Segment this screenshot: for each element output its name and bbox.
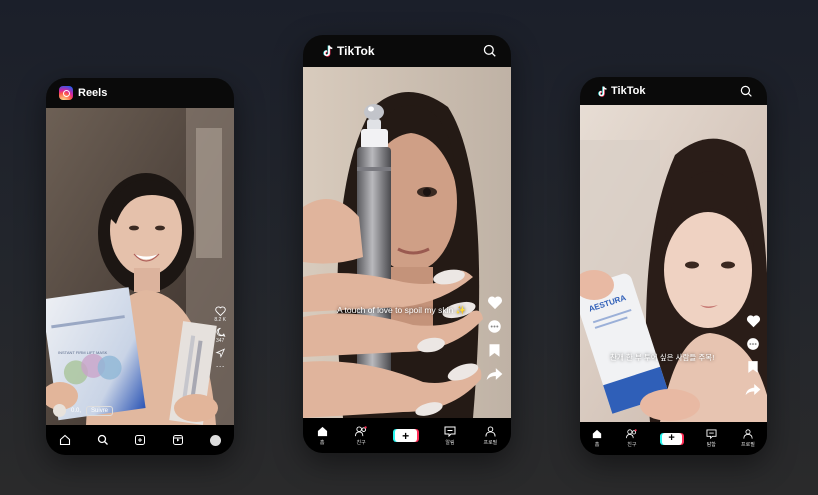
follow-button[interactable]: Suivre [86, 405, 114, 416]
profile-icon [743, 429, 753, 439]
nav-friends-label: 친구 [356, 439, 366, 446]
mask-box-text: INSTANT FIRM LIFT MASK [58, 350, 108, 355]
instagram-logo-icon [59, 86, 73, 100]
heart-icon[interactable] [487, 295, 503, 310]
tiktok-logo: TikTok [598, 85, 645, 97]
search-icon[interactable] [97, 434, 109, 446]
share-icon[interactable] [486, 367, 503, 381]
home-icon[interactable] [59, 434, 71, 446]
reels-icon[interactable] [172, 434, 184, 446]
tiktok-secondary-phone: TikTok AESTURA 찬개 한 부 투어 싶은 사람들 주목! 홈 친구… [580, 77, 767, 455]
tiktok-brand: TikTok [611, 85, 646, 97]
add-icon: + [661, 432, 682, 445]
inbox-icon [706, 429, 717, 439]
tiktok-secondary-video[interactable]: AESTURA 찬개 한 부 투어 싶은 사람들 주목! [580, 105, 767, 422]
add-icon[interactable] [134, 434, 146, 446]
share-icon[interactable] [215, 348, 226, 358]
nav-home-label: 홈 [594, 442, 600, 448]
home-icon [592, 429, 602, 439]
nav-home-label: 홈 [319, 439, 325, 446]
tiktok-brand: TikTok [337, 44, 375, 58]
comment-icon[interactable] [746, 337, 760, 351]
bookmark-icon[interactable] [488, 343, 501, 358]
tiktok-main-video-frame [303, 67, 511, 418]
nav-friends[interactable]: 친구 [626, 429, 638, 448]
tiktok-secondary-navbar: 홈 친구 + 탐함 프로필 [580, 422, 767, 455]
friends-icon [355, 425, 367, 436]
reels-video-frame: INSTANT FIRM LIFT MASK [46, 108, 234, 425]
nav-profile-label: 프로필 [483, 439, 498, 446]
nav-inbox[interactable]: 탐함 [706, 429, 717, 448]
tiktok-main-video[interactable]: A touch of love to spoil my skin ✨ [303, 67, 511, 418]
tiktok-secondary-video-frame: AESTURA [580, 105, 767, 422]
search-icon[interactable] [483, 44, 497, 58]
avatar[interactable] [53, 404, 66, 417]
video-caption: A touch of love to spoil my skin ✨ [337, 305, 467, 315]
tiktok-logo: TikTok [323, 44, 375, 58]
reels-username[interactable]: 0.0, [71, 408, 81, 414]
tiktok-logo-icon [598, 85, 607, 97]
reels-navbar [46, 425, 234, 455]
heart-icon[interactable] [214, 306, 226, 316]
share-icon[interactable] [745, 383, 761, 396]
tiktok-main-header: TikTok [303, 35, 511, 67]
reels-phone: Reels INSTANT FIRM LIFT MASK 8.2 K 347 ·… [46, 78, 234, 455]
nav-create[interactable]: + [394, 429, 417, 442]
comment-icon[interactable] [215, 327, 226, 337]
add-icon: + [394, 429, 417, 442]
reels-like-count: 8.2 K [214, 317, 226, 323]
profile-icon [485, 425, 496, 437]
tiktok-main-phone: TikTok A touch of love to spoil my skin … [303, 35, 511, 453]
reels-comment-count: 347 [215, 338, 225, 344]
reels-header: Reels [46, 78, 234, 108]
more-icon[interactable]: ··· [216, 361, 225, 371]
heart-icon[interactable] [746, 314, 761, 328]
nav-create[interactable]: + [661, 432, 682, 445]
nav-home[interactable]: 홈 [592, 429, 602, 448]
tiktok-secondary-actions [745, 314, 761, 396]
friends-icon [626, 429, 638, 439]
nav-profile-label: 프로필 [741, 442, 755, 448]
profile-icon[interactable] [210, 434, 222, 446]
reels-video[interactable]: INSTANT FIRM LIFT MASK 8.2 K 347 ··· 0.0… [46, 108, 234, 425]
nav-profile[interactable]: 프로필 [741, 429, 755, 448]
nav-inbox-label: 알림 [445, 439, 455, 446]
nav-friends[interactable]: 친구 [355, 425, 367, 446]
nav-home[interactable]: 홈 [317, 426, 328, 446]
tiktok-main-navbar: 홈 친구 + 알림 프로필 [303, 418, 511, 453]
nav-inbox-label: 탐함 [706, 442, 716, 448]
reels-actions: 8.2 K 347 ··· [214, 306, 226, 375]
comment-icon[interactable] [487, 319, 502, 334]
tiktok-secondary-header: TikTok [580, 77, 767, 105]
video-caption: 찬개 한 부 투어 싶은 사람들 주목! [610, 353, 715, 362]
nav-friends-label: 친구 [627, 442, 637, 448]
tiktok-logo-icon [323, 45, 333, 57]
nav-profile[interactable]: 프로필 [483, 425, 498, 446]
tiktok-main-actions [486, 295, 503, 381]
reels-author[interactable]: 0.0, Suivre [53, 404, 114, 417]
nav-inbox[interactable]: 알림 [444, 426, 456, 446]
reels-title: Reels [78, 87, 108, 99]
inbox-icon [444, 426, 456, 437]
bookmark-icon[interactable] [747, 360, 759, 374]
home-icon [317, 426, 327, 436]
search-icon[interactable] [740, 85, 753, 98]
